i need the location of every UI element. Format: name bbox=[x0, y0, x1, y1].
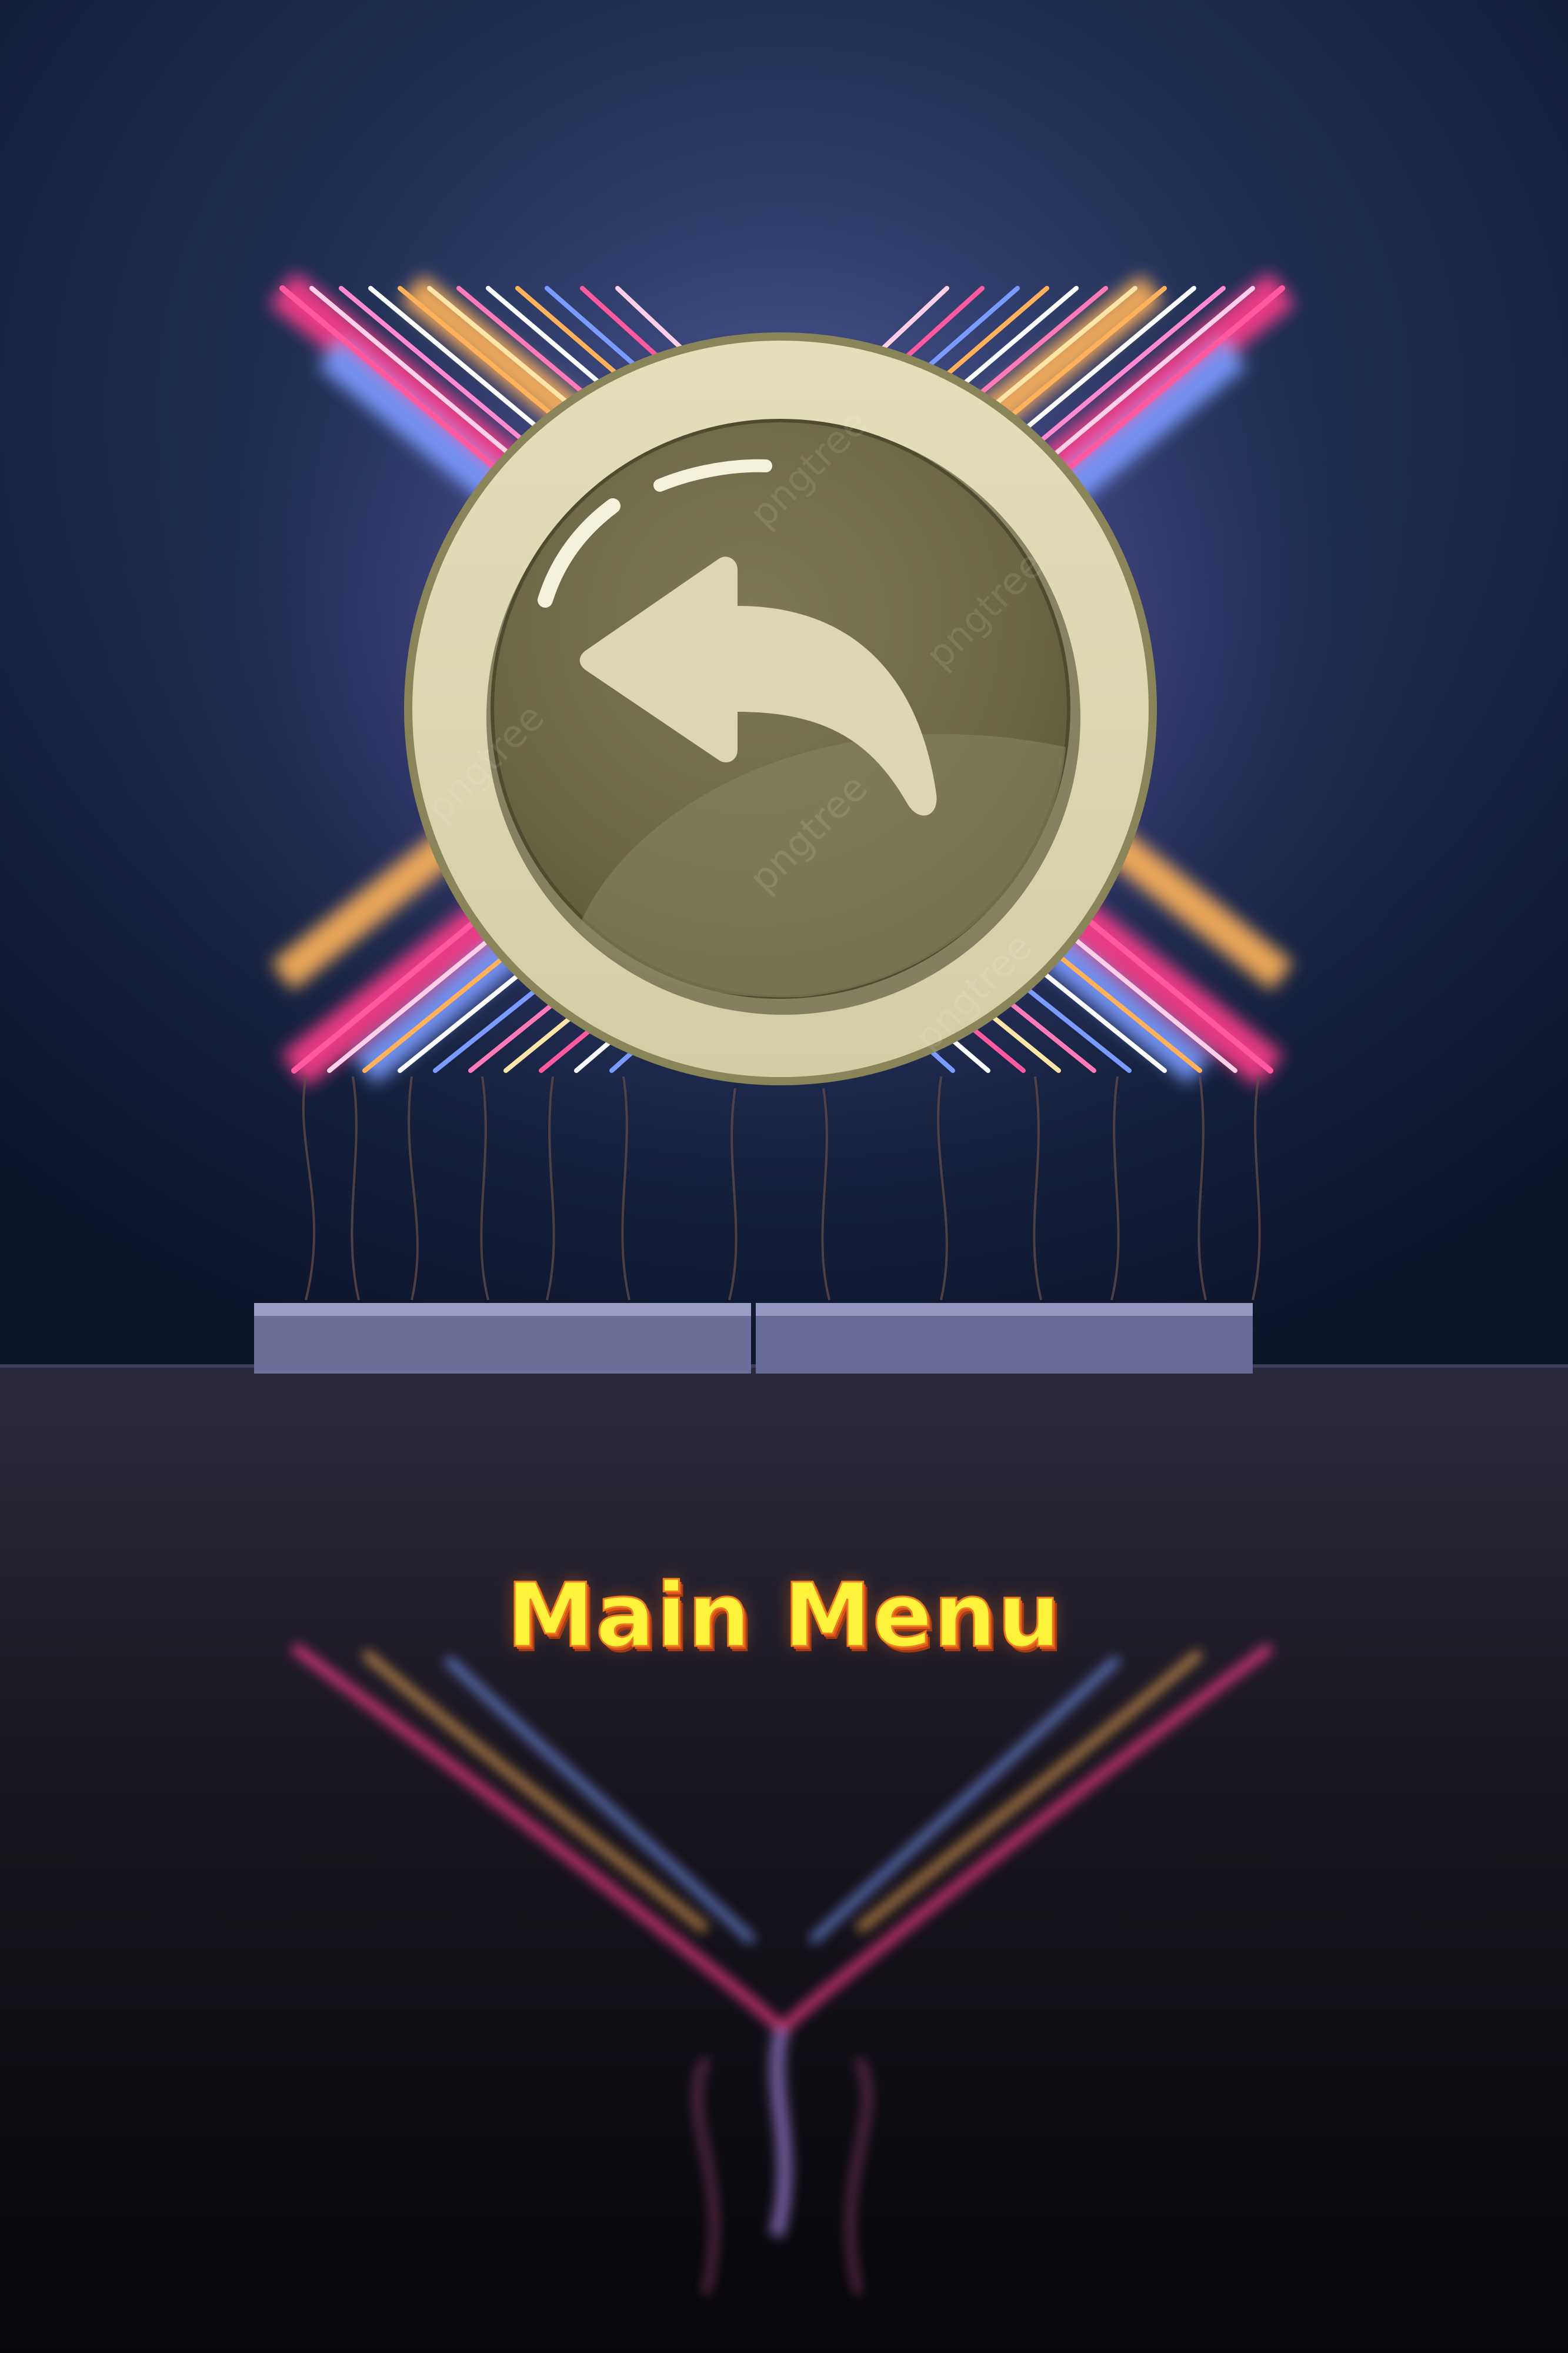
main-menu-button[interactable]: Main Menu bbox=[0, 1564, 1568, 1668]
back-button[interactable] bbox=[401, 329, 1160, 1088]
game-menu-screen: pngtree pngtree pngtree pngtree pngtree … bbox=[0, 0, 1568, 2353]
